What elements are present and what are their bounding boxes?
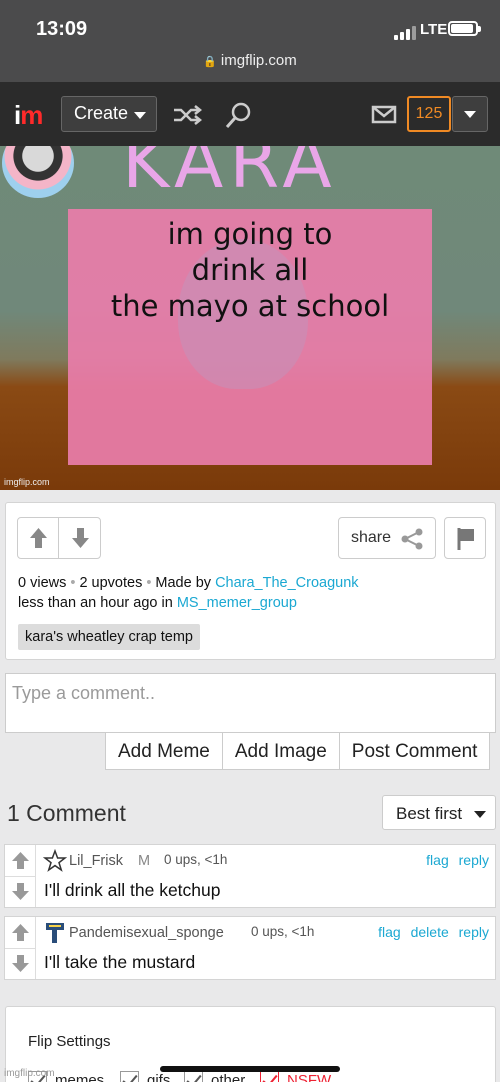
user-avatar-icon <box>46 923 64 943</box>
shuffle-icon[interactable] <box>170 100 204 130</box>
view-count: 0 views <box>18 575 67 591</box>
site-header: im Create 125 <box>0 82 500 146</box>
downvote-button[interactable] <box>60 518 101 558</box>
comment-item: Lil_Frisk M 0 ups, <1h flag reply I'll d… <box>4 844 496 908</box>
comment-ups: 0 ups, <1h <box>251 924 315 939</box>
sort-dropdown[interactable]: Best first <box>382 795 496 830</box>
signal-icon <box>394 26 416 40</box>
post-info-card: share 0 views • 2 upvotes • Made by Chara_Th… <box>5 502 496 660</box>
post-time: less than an hour ago in <box>18 595 173 611</box>
comment-actions: Add Meme Add Image Post Comment <box>105 733 491 770</box>
author-link[interactable]: Chara_The_Croagunk <box>215 575 358 591</box>
made-by-label: Made by <box>155 575 212 591</box>
comment-item: Pandemisexual_sponge 0 ups, <1h flag del… <box>4 916 496 980</box>
lock-icon: 🔒 <box>203 56 217 68</box>
profile-picture <box>2 146 74 198</box>
comment-username[interactable]: Pandemisexual_sponge <box>69 925 224 941</box>
home-indicator[interactable] <box>160 1066 340 1072</box>
reply-link[interactable]: reply <box>459 924 489 940</box>
flag-icon <box>457 528 474 550</box>
upvote-icon[interactable] <box>8 920 33 945</box>
share-label: share <box>351 529 392 546</box>
network-label: LTE <box>420 21 448 38</box>
arrow-down-icon <box>72 528 89 548</box>
post-meta: 0 views • 2 upvotes • Made by Chara_The_Croa… <box>18 575 359 611</box>
address-bar[interactable]: 🔒 imgflip.com <box>0 52 500 69</box>
share-button[interactable]: share <box>338 517 436 559</box>
comment-input[interactable] <box>6 674 495 712</box>
upvote-count: 2 upvotes <box>79 575 143 591</box>
url-text: imgflip.com <box>220 52 297 69</box>
sort-label: Best first <box>396 804 463 823</box>
mail-icon[interactable] <box>368 100 402 130</box>
meme-caption: im going to drink all the mayo at school <box>110 217 390 323</box>
flag-button[interactable] <box>444 517 486 559</box>
watermark: imgflip.com <box>4 477 50 487</box>
add-image-button[interactable]: Add Image <box>222 733 340 770</box>
comment-actions: flag delete reply <box>372 924 489 940</box>
star-icon <box>43 849 67 872</box>
reply-link[interactable]: reply <box>459 852 489 868</box>
add-meme-button[interactable]: Add Meme <box>105 733 223 770</box>
chevron-down-icon <box>474 811 486 818</box>
downvote-icon[interactable] <box>8 951 33 976</box>
create-button[interactable]: Create <box>61 96 157 132</box>
watermark: imgflip.com <box>4 1068 55 1079</box>
stream-link[interactable]: MS_memer_group <box>177 595 297 611</box>
flag-link[interactable]: flag <box>378 924 401 940</box>
comment-vote-column <box>5 917 36 979</box>
post-comment-button[interactable]: Post Comment <box>339 733 491 770</box>
nsfw-checkbox[interactable]: NSFW <box>260 1071 331 1082</box>
battery-icon <box>448 21 481 36</box>
other-checkbox[interactable]: other <box>184 1071 245 1082</box>
user-menu-dropdown[interactable] <box>452 96 488 132</box>
comment-actions: flag reply <box>420 852 489 868</box>
delete-link[interactable]: delete <box>411 924 449 940</box>
chevron-down-icon <box>134 112 146 119</box>
comment-ups: 0 ups, <1h <box>164 852 228 867</box>
status-time: 13:09 <box>36 18 88 40</box>
comment-text: I'll drink all the ketchup <box>44 880 221 900</box>
comment-username[interactable]: Lil_Frisk <box>69 853 123 869</box>
upvote-icon[interactable] <box>8 848 33 873</box>
flag-link[interactable]: flag <box>426 852 449 868</box>
comment-vote-column <box>5 845 36 907</box>
comment-count: 1 Comment <box>7 800 126 826</box>
chevron-down-icon <box>464 111 476 118</box>
comment-box <box>5 673 496 733</box>
comment-text: I'll take the mustard <box>44 952 196 972</box>
downvote-icon[interactable] <box>8 879 33 904</box>
arrow-up-icon <box>30 528 47 548</box>
create-label: Create <box>74 103 129 123</box>
search-icon[interactable] <box>222 100 256 130</box>
template-tag[interactable]: kara's wheatley crap temp <box>18 624 200 650</box>
notifications-badge[interactable]: 125 <box>407 96 451 132</box>
meme-image[interactable]: KARA im going to drink all the mayo at s… <box>0 146 500 490</box>
user-badge: M <box>138 853 151 869</box>
status-bar: 13:09 LTE 🔒 imgflip.com <box>0 0 500 82</box>
meme-header-text: KARA <box>122 146 338 204</box>
imgflip-logo[interactable]: im <box>14 100 43 131</box>
gifs-checkbox[interactable]: gifs <box>120 1071 170 1082</box>
vote-buttons <box>17 517 101 559</box>
share-icon <box>401 528 423 550</box>
flip-settings-title: Flip Settings <box>28 1033 111 1050</box>
upvote-button[interactable] <box>18 518 59 558</box>
